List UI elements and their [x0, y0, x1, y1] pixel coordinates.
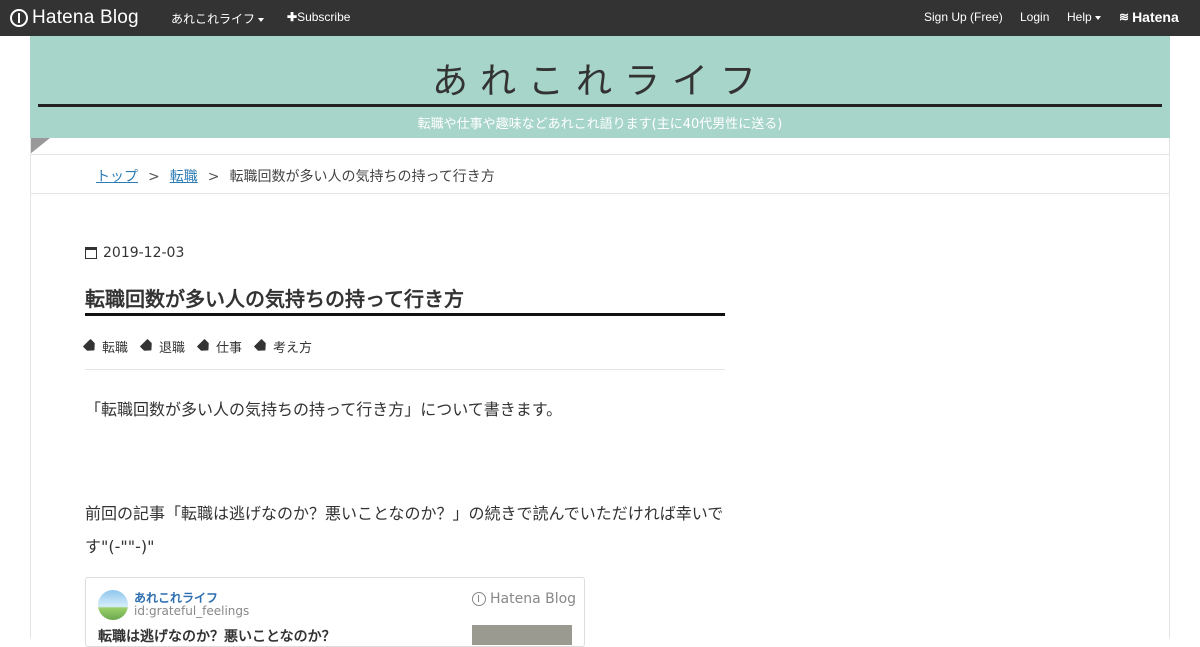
title-underline	[85, 313, 725, 316]
signup-link[interactable]: Sign Up (Free)	[924, 10, 1003, 24]
subscribe-label: Subscribe	[297, 10, 351, 24]
blog-description: 転職や仕事や趣味などあれこれ語ります(主に40代男性に送る)	[417, 117, 783, 132]
content-frame	[30, 138, 1170, 638]
article-date[interactable]: 2019-12-03	[85, 245, 184, 261]
tag-link[interactable]: 仕事	[199, 337, 242, 356]
embed-title[interactable]: 転職は逃げなのか？悪いことなのか？	[98, 626, 336, 646]
embed-blog-id: id:grateful_feelings	[134, 604, 250, 618]
blog-embed-card[interactable]: あれこれライフ id:grateful_feelings Hatena Blog…	[85, 577, 585, 647]
tag-label: 転職	[102, 341, 129, 356]
blog-menu-dropdown[interactable]: あれこれライフ	[171, 10, 265, 27]
hatena-logo[interactable]: ≋ Hatena	[1119, 9, 1179, 25]
breadcrumb-separator: >	[148, 169, 160, 185]
breadcrumb-category-link[interactable]: 転職	[170, 169, 198, 185]
tag-label: 仕事	[216, 341, 243, 356]
login-link[interactable]: Login	[1020, 10, 1049, 24]
caret-down-icon	[258, 17, 265, 22]
plus-icon: ✚	[287, 10, 298, 24]
embed-brand-text: Hatena Blog	[490, 591, 577, 607]
hatena-blog-logo-icon	[10, 9, 28, 27]
article-paragraph: 「転職回数が多い人の気持ちの持って行き方」について書きます。	[85, 400, 563, 419]
hatena-logo-text: Hatena	[1132, 9, 1179, 25]
help-dropdown[interactable]: Help	[1067, 10, 1101, 24]
tag-link[interactable]: 退職	[142, 337, 185, 356]
blog-header: あれこれライフ 転職や仕事や趣味などあれこれ語ります(主に40代男性に送る)	[30, 36, 1170, 138]
tag-icon	[140, 339, 156, 355]
article-title[interactable]: 転職回数が多い人の気持ちの持って行き方	[85, 283, 464, 312]
tag-link[interactable]: 考え方	[256, 337, 312, 356]
header-divider	[38, 104, 1162, 107]
caret-down-icon	[1094, 15, 1101, 20]
tag-label: 考え方	[273, 341, 313, 356]
breadcrumb-top-link[interactable]: トップ	[96, 169, 138, 185]
tag-link[interactable]: 転職	[85, 337, 128, 356]
embed-thumbnail	[472, 625, 572, 645]
help-label: Help	[1067, 10, 1092, 24]
logo-text: Hatena Blog	[32, 7, 139, 28]
hatena-wing-icon: ≋	[1119, 10, 1130, 24]
breadcrumb-current: 転職回数が多い人の気持ちの持って行き方	[229, 169, 495, 185]
breadcrumb-separator: >	[207, 169, 220, 185]
blog-menu-label: あれこれライフ	[171, 12, 256, 26]
tag-icon	[254, 339, 270, 355]
subscribe-button[interactable]: ✚Subscribe	[287, 10, 350, 24]
breadcrumb: トップ > 転職 > 転職回数が多い人の気持ちの持って行き方	[96, 166, 495, 186]
article-paragraph: 前回の記事「転職は逃げなのか？悪いことなのか？」の続きで読んでいただければ幸いで…	[85, 504, 724, 556]
tag-icon	[197, 339, 213, 355]
hatena-blog-logo-icon	[472, 592, 486, 606]
tag-icon	[83, 339, 99, 355]
hatena-blog-logo[interactable]: Hatena Blog	[10, 7, 139, 29]
global-header: Hatena Blog あれこれライフ ✚Subscribe Sign Up (…	[0, 0, 1200, 36]
blog-title[interactable]: あれこれライフ	[30, 52, 1170, 104]
avatar	[98, 590, 128, 620]
embed-brand: Hatena Blog	[472, 591, 576, 607]
calendar-icon	[85, 247, 97, 259]
tags-divider	[85, 369, 725, 370]
article-date-text: 2019-12-03	[103, 245, 185, 261]
tag-label: 退職	[159, 341, 186, 356]
article-tags: 転職 退職 仕事 考え方	[85, 337, 326, 356]
